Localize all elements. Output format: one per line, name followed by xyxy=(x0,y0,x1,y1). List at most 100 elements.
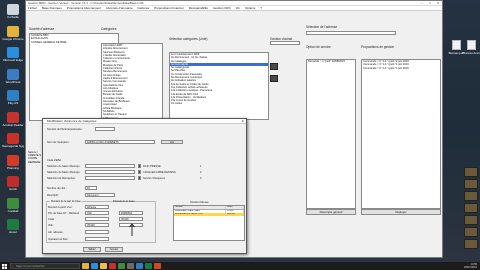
move-right-button[interactable] xyxy=(270,63,278,70)
list-item[interactable]: Demande > 1 "petit" 10/08/2019 xyxy=(307,60,355,63)
desktop-shortcut[interactable]: Sauvegarde Sygest xyxy=(2,132,24,154)
grid-header-cell: Société xyxy=(174,206,226,209)
thumbnail[interactable] xyxy=(464,227,478,237)
desktop-shortcut[interactable]: Google Chrome xyxy=(2,25,24,47)
close-icon[interactable]: ✕ xyxy=(241,119,244,124)
selection-categories-list[interactable]: 1er Investissement 1000 2e Abonnement - l… xyxy=(169,52,269,120)
descriptif-field[interactable]: Document xyxy=(85,193,115,197)
desktop-shortcut[interactable]: Planning xyxy=(2,154,24,176)
desktop-shortcut-label: Planning xyxy=(7,166,19,170)
desktop-file-icon[interactable]: Bureau.pdf xyxy=(448,40,464,55)
nom-button[interactable]: Voir xyxy=(161,140,183,144)
menu-item[interactable]: Vin xyxy=(236,6,240,10)
menu-item[interactable]: Propositions Abonnement xyxy=(67,6,101,10)
taskbar: ⌕ Taper ici pour rechercher 14:59 26/07/… xyxy=(0,262,480,270)
propositions-list[interactable]: Commande > 6 "1 A." (petit "2 juin 2019 C… xyxy=(361,59,441,209)
thumbnail[interactable] xyxy=(464,203,478,213)
app-icon xyxy=(7,154,19,166)
thumbnail[interactable] xyxy=(464,167,478,177)
descriptif-label: Descriptif : xyxy=(47,194,60,197)
menu-item[interactable]: Fichier xyxy=(28,6,37,10)
prix-field[interactable]: Obit xyxy=(85,211,109,215)
selection-adresse-field[interactable] xyxy=(306,31,396,35)
code-postal-right-field[interactable]: VD100 xyxy=(119,217,143,221)
desktop-file-icon[interactable]: Bureau.docx xyxy=(463,40,480,55)
thumbnail[interactable] xyxy=(464,215,478,225)
montant-field[interactable]: Adresse xyxy=(85,205,109,209)
selection-1-field[interactable] xyxy=(85,164,135,168)
desktop-shortcut-label: Excel xyxy=(9,231,17,234)
desktop-shortcut[interactable]: WordPress xyxy=(2,68,24,90)
taskbar-app-icon[interactable] xyxy=(145,263,152,269)
maximize-icon[interactable]: □ xyxy=(426,1,434,5)
desktop-shortcut[interactable]: Acrob xyxy=(2,175,24,197)
list-item[interactable]: Commande > 6 "1 A." (petit "1 juin 2019 xyxy=(362,67,440,70)
adresse-field[interactable] xyxy=(85,230,109,234)
deploy-button[interactable]: Déployer xyxy=(361,209,441,215)
selection-3-picker[interactable] xyxy=(138,176,141,180)
menu-item[interactable]: Récupérabilité xyxy=(189,6,208,10)
gestion-achat-field[interactable] xyxy=(270,41,300,45)
minimize-icon[interactable]: – xyxy=(418,1,426,5)
montant-label: Montant à partir d'un : xyxy=(48,206,74,209)
ok-button[interactable]: Valider xyxy=(83,247,101,252)
menu-item[interactable]: Options xyxy=(245,6,255,10)
numero-field[interactable] xyxy=(95,127,115,131)
taskbar-app-icon[interactable] xyxy=(154,263,161,269)
selection-2-field[interactable] xyxy=(85,170,135,174)
prix-right-field[interactable]: 20080501 xyxy=(119,211,143,215)
arrow-up-icon xyxy=(129,223,135,236)
selection-3-count: 0 xyxy=(200,177,202,180)
selection-2-label: Sélection du Salon d'Europe : xyxy=(47,171,82,174)
selection-3-field[interactable] xyxy=(85,176,135,180)
selection-1-value: DCIO PRESSE xyxy=(143,165,161,168)
thumbnail[interactable] xyxy=(464,179,478,189)
adresse-list[interactable]: Demande > 1 "petit" 10/08/2019 xyxy=(306,59,356,209)
generate-button[interactable]: Décompte général xyxy=(306,209,356,215)
societe-grid[interactable]: Société Code CAVALIER PRESTIGES V0101 DOLE… xyxy=(173,205,245,241)
taskbar-app-icon[interactable] xyxy=(100,263,107,269)
menu-item[interactable]: Base Données xyxy=(42,6,62,10)
cancel-button[interactable]: Annuler xyxy=(105,247,123,252)
ville-field[interactable]: VD100 xyxy=(85,223,109,227)
nombre-field[interactable]: 15 xyxy=(85,186,97,190)
desktop-file-label: Bureau.pdf xyxy=(448,51,464,55)
menu-item[interactable]: Propositions Financier xyxy=(154,6,184,10)
desktop-shortcut[interactable]: Corbeille xyxy=(2,3,24,25)
taskbar-search-input[interactable]: ⌕ Taper ici pour rechercher xyxy=(10,263,80,269)
menu-item[interactable]: ? xyxy=(260,6,262,10)
selection-1-picker[interactable] xyxy=(138,164,141,168)
desktop-shortcut[interactable]: Cocktail xyxy=(2,197,24,219)
categories-label: Catégories xyxy=(101,27,117,31)
table-cell: B00000 xyxy=(226,213,244,216)
windows-start-icon[interactable] xyxy=(0,262,8,270)
adresse-label: Adr. adresse : xyxy=(48,231,65,234)
taskbar-app-icon[interactable] xyxy=(118,263,125,269)
desktop-shortcut[interactable]: Excel xyxy=(2,218,24,240)
taskbar-app-icon[interactable] xyxy=(109,263,116,269)
app-icon xyxy=(7,111,19,123)
desktop-shortcut[interactable]: Kitty AS xyxy=(2,89,24,111)
menu-item[interactable]: Abonnés d'annuaire xyxy=(106,6,133,10)
system-tray[interactable]: 14:59 26/07/2019 xyxy=(464,263,480,269)
operation-field[interactable] xyxy=(85,237,109,241)
taskbar-app-icon[interactable] xyxy=(136,263,143,269)
menu-item[interactable]: Factures xyxy=(138,6,150,10)
desktop-shortcut[interactable]: Microsoft Edge xyxy=(2,46,24,68)
thumbnail[interactable] xyxy=(464,191,478,201)
taskbar-app-icon[interactable] xyxy=(82,263,89,269)
thumbnail[interactable] xyxy=(464,239,478,249)
desktop-shortcut[interactable]: Acrobat Reader xyxy=(2,111,24,133)
desktop-file-label: Bureau.docx xyxy=(463,51,480,55)
code-postal-field[interactable] xyxy=(85,217,109,221)
table-row[interactable]: DOLENSA DISTRIBUTION B00000 xyxy=(174,213,244,216)
taskbar-app-icon[interactable] xyxy=(127,263,134,269)
selection-2-picker[interactable] xyxy=(138,170,141,174)
menu-item[interactable]: Gestion CRC xyxy=(213,6,231,10)
taskbar-app-icon[interactable] xyxy=(91,263,98,269)
categories-list[interactable]: Association ERP Librairie Abonnement Sauf … xyxy=(101,43,163,125)
move-left-button[interactable] xyxy=(270,75,278,82)
close-icon[interactable]: ✕ xyxy=(434,1,442,5)
nom-field[interactable]: FABIOLLA DE LOUDEBETS xyxy=(85,140,155,144)
list-item[interactable]: 16 Cartes xyxy=(170,102,268,105)
